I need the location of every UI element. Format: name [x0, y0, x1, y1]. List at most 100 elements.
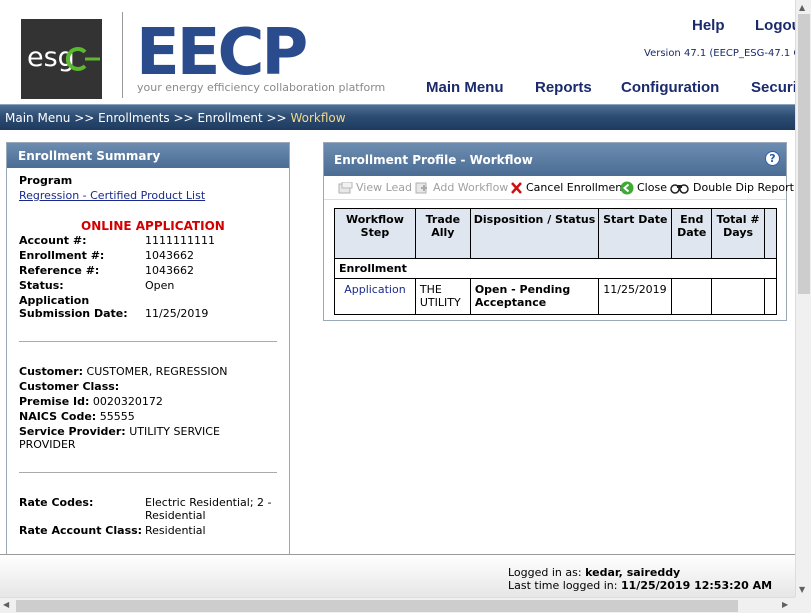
- content-area: Enrollment Summary Program Regression - …: [0, 130, 795, 554]
- premise-row: Premise Id: 0020320172: [19, 395, 163, 408]
- rate-codes-label: Rate Codes:: [19, 496, 94, 509]
- cell-workflow-step: Application: [334, 278, 416, 315]
- horizontal-scroll-thumb[interactable]: [16, 600, 738, 612]
- submission-label-line1: Application: [19, 294, 90, 307]
- naics-label: NAICS Code:: [19, 410, 97, 423]
- rate-codes-value: Electric Residential; 2 -: [145, 496, 272, 509]
- last-login-label: Last time logged in:: [508, 579, 618, 592]
- account-label: Account #:: [19, 234, 87, 247]
- column-header-workflow-step[interactable]: Workflow Step: [334, 208, 416, 259]
- workflow-panel-title: Enrollment Profile - Workflow: [334, 153, 533, 167]
- cell-end-date: [671, 278, 713, 315]
- application-link[interactable]: Application: [344, 283, 405, 296]
- submission-label-line2: Submission Date:: [19, 307, 128, 320]
- last-login-value: 11/25/2019 12:53:20 AM: [621, 579, 773, 592]
- customer-class-label: Customer Class:: [19, 380, 120, 393]
- workflow-panel: Enrollment Profile - Workflow ? View Lea…: [323, 142, 794, 321]
- service-provider-label: Service Provider:: [19, 425, 126, 438]
- workflow-panel-header: Enrollment Profile - Workflow ?: [324, 143, 786, 176]
- back-arrow-icon: [620, 181, 634, 195]
- logged-in-user: kedar, saireddy: [585, 566, 681, 579]
- header-divider: [122, 12, 123, 98]
- add-workflow-button[interactable]: Add Workflow: [415, 181, 508, 194]
- breadcrumb-enrollments[interactable]: Enrollments: [98, 111, 170, 125]
- cancel-enrollment-button[interactable]: Cancel Enrollment: [510, 181, 627, 194]
- breadcrumb-separator: >>: [70, 111, 99, 125]
- horizontal-scrollbar[interactable]: ◀ ▶: [0, 597, 795, 613]
- vertical-scroll-thumb[interactable]: [798, 14, 810, 294]
- premise-label: Premise Id:: [19, 395, 90, 408]
- esg-logo[interactable]: esg: [21, 19, 102, 99]
- customer-value: CUSTOMER, REGRESSION: [86, 365, 228, 378]
- breadcrumb-main-menu[interactable]: Main Menu: [5, 111, 70, 125]
- section-enrollment: Enrollment: [334, 258, 777, 279]
- double-dip-report-button[interactable]: Double Dip Report: [670, 181, 794, 194]
- scroll-right-arrow-icon[interactable]: ▶: [782, 600, 788, 609]
- table-section-row: Enrollment: [334, 258, 777, 279]
- service-provider-value-cont: PROVIDER: [19, 438, 76, 451]
- login-info: Logged in as: kedar, saireddy Last time …: [508, 566, 772, 592]
- cancel-x-icon: [511, 182, 522, 194]
- footer: Logged in as: kedar, saireddy Last time …: [0, 554, 795, 597]
- view-lead-button[interactable]: View Lead: [338, 181, 412, 194]
- logged-in-label: Logged in as:: [508, 566, 582, 579]
- premise-value: 0020320172: [92, 395, 163, 408]
- eecp-logo[interactable]: EECP: [136, 16, 311, 90]
- online-application-banner: ONLINE APPLICATION: [81, 219, 225, 233]
- breadcrumb-bar: Main Menu >> Enrollments >> Enrollment >…: [0, 104, 795, 130]
- rate-account-class-label: Rate Account Class:: [19, 524, 143, 537]
- divider: [19, 472, 277, 473]
- column-header-start-date[interactable]: Start Date: [598, 208, 673, 259]
- double-dip-report-label: Double Dip Report: [693, 181, 794, 194]
- service-provider-value: UTILITY SERVICE: [129, 425, 220, 438]
- rate-codes-value-cont: Residential: [145, 509, 206, 522]
- scroll-left-arrow-icon[interactable]: ◀: [3, 600, 9, 609]
- scroll-down-arrow-icon[interactable]: ▼: [799, 585, 805, 594]
- enrollment-summary-title: Enrollment Summary: [7, 143, 289, 168]
- program-link[interactable]: Regression - Certified Product List: [19, 189, 205, 202]
- reference-label: Reference #:: [19, 264, 100, 277]
- cell-trade-ally: THE UTILITY: [414, 278, 471, 315]
- column-header-disposition-status[interactable]: Disposition / Status: [469, 208, 600, 259]
- column-header-total-days[interactable]: Total # Days: [711, 208, 765, 259]
- service-provider-row: Service Provider: UTILITY SERVICE: [19, 425, 220, 438]
- breadcrumb-enrollment[interactable]: Enrollment: [197, 111, 262, 125]
- cell-spacer: [763, 278, 778, 315]
- help-link[interactable]: Help: [692, 17, 725, 34]
- add-workflow-icon: [415, 182, 427, 194]
- breadcrumb: Main Menu >> Enrollments >> Enrollment >…: [5, 111, 346, 125]
- tagline: your energy efficiency collaboration pla…: [137, 81, 386, 94]
- vertical-scrollbar[interactable]: ▲ ▼: [795, 0, 811, 597]
- table-header-row: Workflow Step Trade Ally Disposition / S…: [334, 208, 778, 259]
- naics-value: 55555: [99, 410, 135, 423]
- customer-row: Customer: CUSTOMER, REGRESSION: [19, 365, 228, 378]
- divider: [19, 341, 277, 342]
- nav-security[interactable]: Securi: [751, 79, 797, 96]
- rate-account-class-value: Residential: [145, 524, 206, 537]
- enrollment-summary-panel: Enrollment Summary Program Regression - …: [6, 142, 290, 554]
- eecp-logo-text: EECP: [136, 18, 306, 78]
- status-label: Status:: [19, 279, 64, 292]
- nav-configuration[interactable]: Configuration: [621, 79, 719, 96]
- column-header-spacer: [763, 208, 778, 259]
- logged-in-line: Logged in as: kedar, saireddy: [508, 566, 772, 579]
- logout-link[interactable]: Logou: [755, 17, 801, 34]
- page: esg EECP your energy efficiency collabor…: [0, 0, 811, 613]
- column-header-trade-ally[interactable]: Trade Ally: [414, 208, 471, 259]
- nav-reports[interactable]: Reports: [535, 79, 592, 96]
- close-button[interactable]: Close: [620, 181, 667, 195]
- reference-value: 1043662: [145, 264, 194, 277]
- cell-total-days: [711, 278, 765, 315]
- close-label: Close: [637, 181, 667, 194]
- naics-row: NAICS Code: 55555: [19, 410, 135, 423]
- status-value: Open: [145, 279, 175, 292]
- customer-label: Customer:: [19, 365, 84, 378]
- last-login-line: Last time logged in: 11/25/2019 12:53:20…: [508, 579, 772, 592]
- cell-start-date: 11/25/2019: [598, 278, 673, 315]
- nav-main-menu[interactable]: Main Menu: [426, 79, 504, 96]
- help-icon[interactable]: ?: [765, 151, 780, 166]
- enrollment-number-value: 1043662: [145, 249, 194, 262]
- workflow-table: Workflow Step Trade Ally Disposition / S…: [334, 208, 778, 315]
- scroll-up-arrow-icon[interactable]: ▲: [799, 3, 805, 12]
- column-header-end-date[interactable]: End Date: [671, 208, 713, 259]
